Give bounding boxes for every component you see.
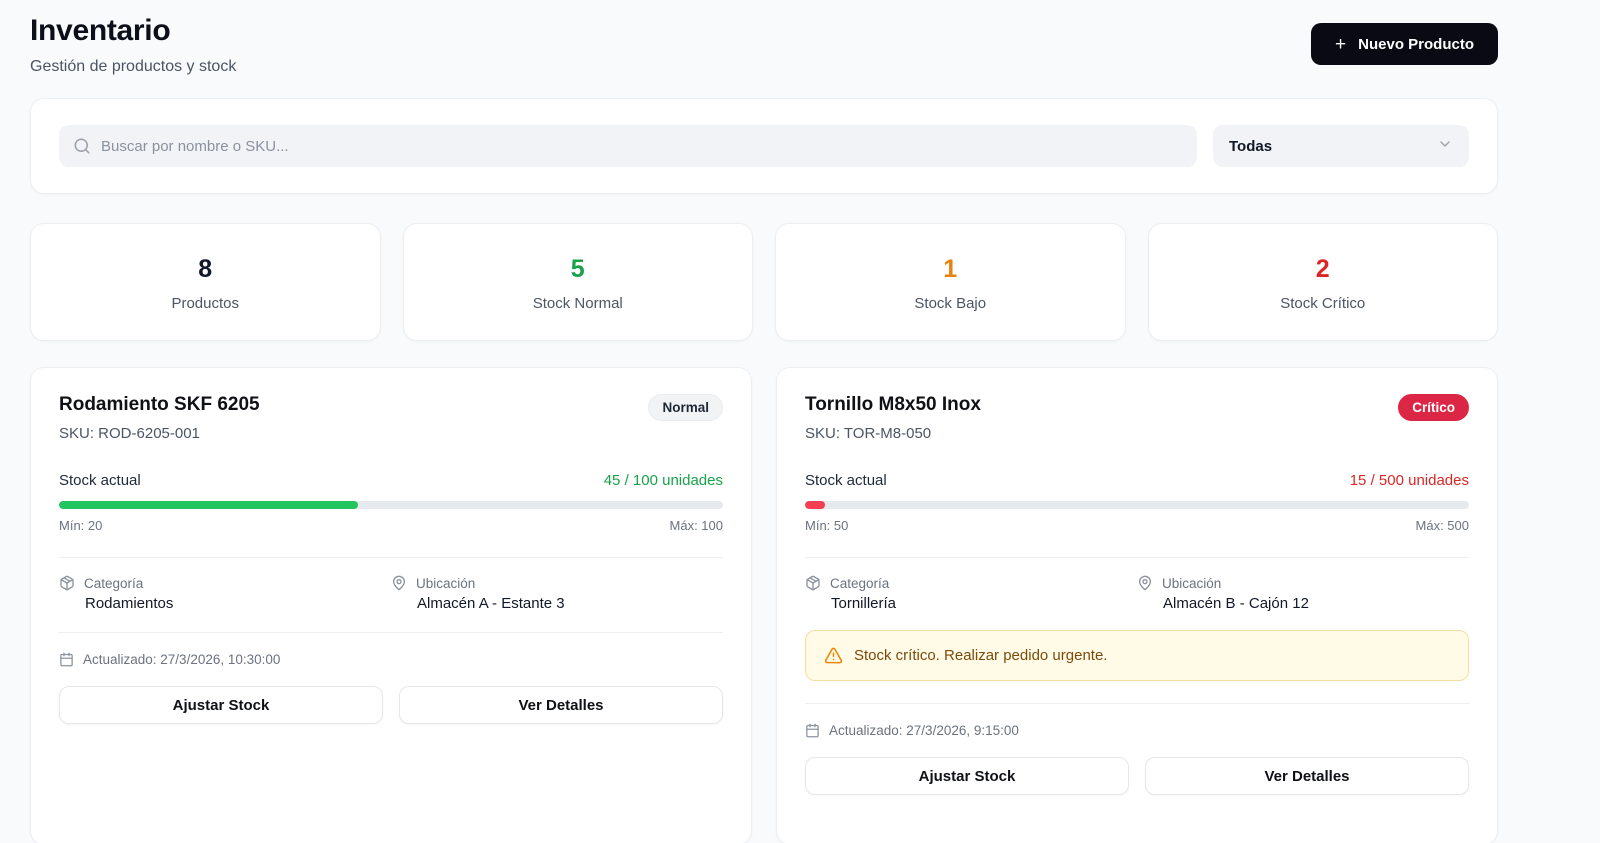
category-block: Categoría Rodamientos <box>59 575 391 612</box>
status-badge: Crítico <box>1398 394 1469 421</box>
stat-label: Stock Bajo <box>914 295 987 312</box>
page-header: Inventario Gestión de productos y stock … <box>30 14 1498 76</box>
stat-card-products: 8 Productos <box>30 223 381 341</box>
stock-max: Máx: 500 <box>1415 518 1469 533</box>
stock-max: Máx: 100 <box>669 518 723 533</box>
stat-value: 1 <box>943 255 958 283</box>
chevron-down-icon <box>1437 136 1453 157</box>
location-value: Almacén A - Estante 3 <box>417 595 565 612</box>
stock-min: Mín: 50 <box>805 518 849 533</box>
stat-card-stock-normal: 5 Stock Normal <box>402 223 753 341</box>
category-label: Categoría <box>84 575 144 591</box>
stat-label: Stock Crítico <box>1280 295 1366 312</box>
header-titles: Inventario Gestión de productos y stock <box>30 14 236 76</box>
calendar-icon <box>59 652 74 667</box>
inventory-page: Inventario Gestión de productos y stock … <box>30 0 1498 843</box>
warning-text: Stock crítico. Realizar pedido urgente. <box>854 647 1108 664</box>
product-card-rodamiento: Rodamiento SKF 6205 SKU: ROD-6205-001 No… <box>30 367 752 843</box>
location-block: Ubicación Almacén A - Estante 3 <box>391 575 723 612</box>
calendar-icon <box>805 723 820 738</box>
category-block: Categoría Tornillería <box>805 575 1137 612</box>
stat-value: 2 <box>1315 255 1330 283</box>
stock-min: Mín: 20 <box>59 518 103 533</box>
stock-label: Stock actual <box>805 472 887 489</box>
adjust-stock-button[interactable]: Ajustar Stock <box>805 757 1129 795</box>
critical-stock-alert: Stock crítico. Realizar pedido urgente. <box>805 630 1469 681</box>
product-grid: Rodamiento SKF 6205 SKU: ROD-6205-001 No… <box>30 367 1498 843</box>
search-filter-card: Todas <box>30 98 1498 194</box>
stat-label: Stock Normal <box>532 295 623 312</box>
stats-row: 8 Productos 5 Stock Normal 1 Stock Bajo … <box>30 223 1498 341</box>
plus-icon: + <box>1335 33 1347 55</box>
product-sku: SKU: TOR-M8-050 <box>805 425 932 442</box>
stat-value: 5 <box>570 255 585 283</box>
category-select[interactable]: Todas <box>1213 125 1469 167</box>
search-input[interactable] <box>59 125 1197 167</box>
stat-label: Productos <box>171 295 240 312</box>
product-card-tornillo: Tornillo M8x50 Inox SKU: TOR-M8-050 Crít… <box>776 367 1498 843</box>
stock-progress-fill <box>805 501 825 509</box>
stock-progress-fill <box>59 501 358 509</box>
new-product-label: Nuevo Producto <box>1358 35 1474 53</box>
search-wrap <box>59 125 1197 167</box>
view-details-button[interactable]: Ver Detalles <box>1145 757 1469 795</box>
package-icon <box>805 575 821 591</box>
category-value: Rodamientos <box>85 595 174 612</box>
location-label: Ubicación <box>416 575 476 591</box>
location-label: Ubicación <box>1162 575 1222 591</box>
updated-text: Actualizado: 27/3/2026, 10:30:00 <box>83 652 281 667</box>
warning-triangle-icon <box>824 646 843 665</box>
product-name: Tornillo M8x50 Inox <box>805 394 981 415</box>
category-label: Categoría <box>830 575 890 591</box>
package-icon <box>59 575 75 591</box>
adjust-stock-button[interactable]: Ajustar Stock <box>59 686 383 724</box>
location-block: Ubicación Almacén B - Cajón 12 <box>1137 575 1469 612</box>
search-icon <box>73 137 91 160</box>
stock-value: 15 / 500 unidades <box>1349 472 1469 489</box>
category-select-value: Todas <box>1229 137 1273 155</box>
location-value: Almacén B - Cajón 12 <box>1163 595 1309 612</box>
page-subtitle: Gestión de productos y stock <box>30 58 237 75</box>
stock-value: 45 / 100 unidades <box>603 472 723 489</box>
new-product-button[interactable]: + Nuevo Producto <box>1311 23 1498 65</box>
status-badge: Normal <box>648 394 723 421</box>
category-value: Tornillería <box>831 595 897 612</box>
stat-card-stock-bajo: 1 Stock Bajo <box>775 223 1126 341</box>
stock-progressbar <box>59 501 723 509</box>
product-sku: SKU: ROD-6205-001 <box>59 425 200 442</box>
view-details-button[interactable]: Ver Detalles <box>399 686 723 724</box>
map-pin-icon <box>1137 575 1153 591</box>
stat-value: 8 <box>198 255 213 283</box>
stock-progressbar <box>805 501 1469 509</box>
updated-text: Actualizado: 27/3/2026, 9:15:00 <box>829 723 1019 738</box>
stock-label: Stock actual <box>59 472 141 489</box>
page-title: Inventario <box>30 14 171 47</box>
product-name: Rodamiento SKF 6205 <box>59 394 260 415</box>
stat-card-stock-critico: 2 Stock Crítico <box>1147 223 1498 341</box>
map-pin-icon <box>391 575 407 591</box>
